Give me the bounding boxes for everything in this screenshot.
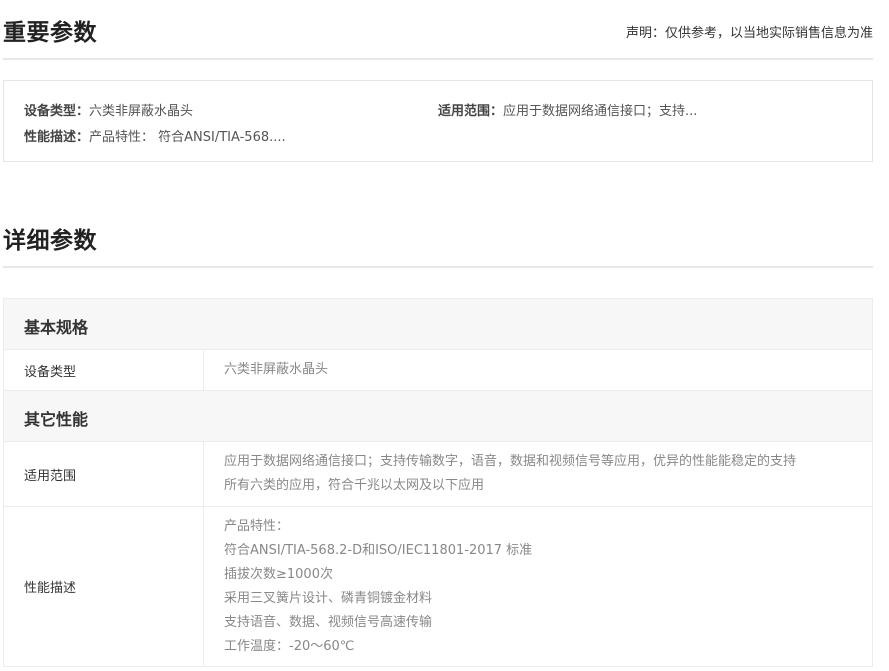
row-value-line: 产品特性： <box>224 519 290 534</box>
summary-value: 应用于数据网络通信接口；支持... <box>503 104 698 119</box>
row-value-line: 插拔次数≥1000次 <box>224 567 333 582</box>
row-value-line: 采用三叉簧片设计、磷青铜镀金材料 <box>224 591 433 606</box>
group-title: 其它性能 <box>24 410 89 429</box>
table-row: 适用范围 应用于数据网络通信接口；支持传输数字，语音，数据和视频信号等应用，优异… <box>4 442 872 507</box>
summary-item-scope: 适用范围：应用于数据网络通信接口；支持... <box>438 100 697 119</box>
summary-item-device-type: 设备类型：六类非屏蔽水晶头 <box>24 100 193 119</box>
group-basic-spec: 基本规格 <box>4 299 872 350</box>
important-params-header: 重要参数 声明：仅供参考，以当地实际销售信息为准 <box>3 0 873 60</box>
row-label: 性能描述 <box>4 507 204 666</box>
row-value-line: 所有六类的应用，符合千兆以太网及以下应用 <box>224 478 485 493</box>
summary-item-performance: 性能描述：产品特性： 符合ANSI/TIA-568.... <box>24 126 286 145</box>
detail-params-header: 详细参数 <box>3 208 873 268</box>
group-title: 基本规格 <box>24 318 89 337</box>
row-value-line: 支持语音、数据、视频信号高速传输 <box>224 615 433 630</box>
row-label: 适用范围 <box>4 442 204 506</box>
row-value-line: 六类非屏蔽水晶头 <box>224 362 329 377</box>
group-other-performance: 其它性能 <box>4 391 872 442</box>
summary-key: 适用范围： <box>438 104 504 119</box>
row-value-line: 符合ANSI/TIA-568.2-D和ISO/IEC11801-2017 标准 <box>224 543 533 558</box>
summary-value: 产品特性： 符合ANSI/TIA-568.... <box>89 130 286 145</box>
table-row: 设备类型 六类非屏蔽水晶头 <box>4 350 872 391</box>
row-value: 产品特性： 符合ANSI/TIA-568.2-D和ISO/IEC11801-20… <box>204 507 872 666</box>
table-row: 性能描述 产品特性： 符合ANSI/TIA-568.2-D和ISO/IEC118… <box>4 507 872 667</box>
summary-value: 六类非屏蔽水晶头 <box>89 104 194 119</box>
row-value: 应用于数据网络通信接口；支持传输数字，语音，数据和视频信号等应用，优异的性能能稳… <box>204 442 872 506</box>
detail-params-table: 基本规格 设备类型 六类非屏蔽水晶头 其它性能 适用范围 应用于数据网络通信接口… <box>3 298 873 667</box>
row-value-line: 应用于数据网络通信接口；支持传输数字，语音，数据和视频信号等应用，优异的性能能稳… <box>224 454 797 469</box>
row-value-line: 工作温度：-20～60℃ <box>224 639 355 654</box>
row-label: 设备类型 <box>4 350 204 390</box>
summary-box: 设备类型：六类非屏蔽水晶头 适用范围：应用于数据网络通信接口；支持... 性能描… <box>3 80 873 162</box>
row-value: 六类非屏蔽水晶头 <box>204 350 872 390</box>
summary-key: 设备类型： <box>24 104 90 119</box>
params-page: 重要参数 声明：仅供参考，以当地实际销售信息为准 设备类型：六类非屏蔽水晶头 适… <box>3 0 873 667</box>
summary-key: 性能描述： <box>24 130 90 145</box>
detail-params-title: 详细参数 <box>3 228 97 254</box>
disclaimer-text: 声明：仅供参考，以当地实际销售信息为准 <box>625 26 873 41</box>
important-params-title: 重要参数 <box>3 20 97 46</box>
